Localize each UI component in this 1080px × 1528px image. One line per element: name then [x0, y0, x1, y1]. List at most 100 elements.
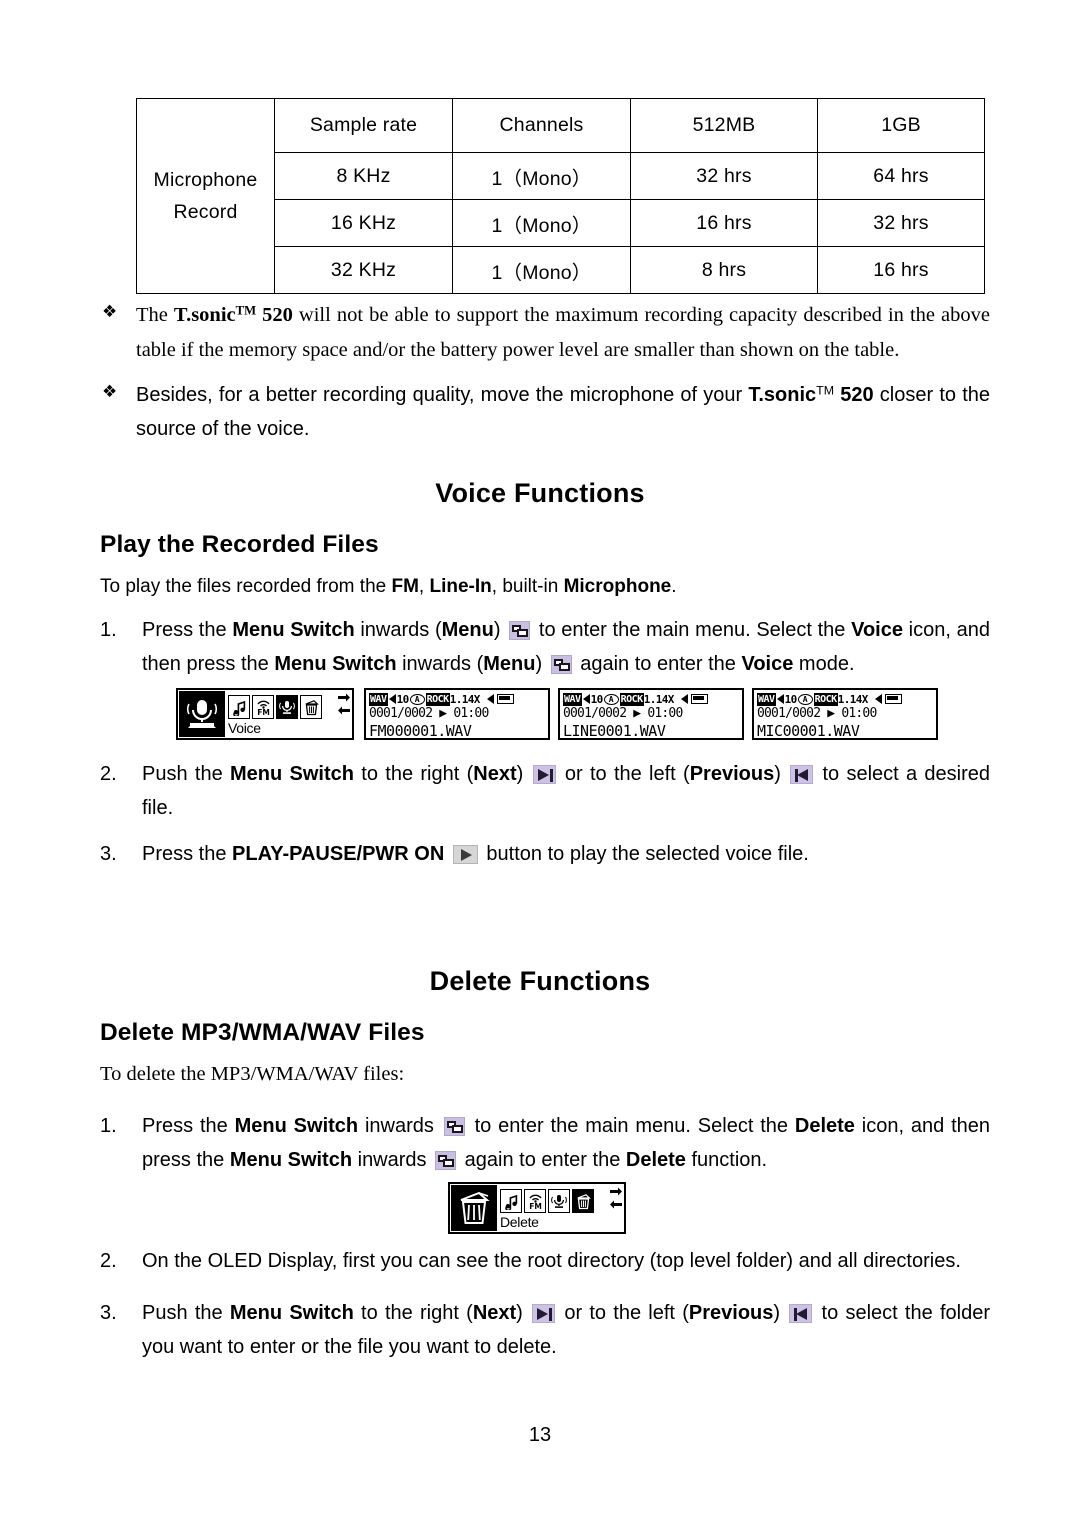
note-bullet-1: ❖ The T.sonicTM 520 will not be able to … — [100, 298, 990, 369]
cell-channels: 1（Mono） — [452, 199, 631, 247]
music-note-icon[interactable] — [228, 695, 250, 719]
voice-step-2-number: 2. — [100, 763, 117, 785]
delete-step-1-number: 1. — [100, 1115, 117, 1137]
delete-step-3-text: Push the Menu Switch to the right (Next)… — [142, 1297, 990, 1364]
next-icon — [532, 765, 556, 784]
voice-intro-fm: FM — [391, 576, 419, 597]
d3-b3: Previous — [688, 1302, 774, 1324]
d1-p1: Press the — [142, 1115, 235, 1137]
b2-pre: Besides, for a better recording quality,… — [136, 384, 749, 406]
menu-icon — [443, 1117, 465, 1136]
d1-p7: function. — [685, 1148, 768, 1171]
play-recorded-files-subheading: Play the Recorded Files — [100, 531, 379, 558]
delete-step-3: 3. Push the Menu Switch to the right (Ne… — [100, 1297, 990, 1364]
voice-step-1: 1. Press the Menu Switch inwards (Menu) … — [100, 614, 990, 681]
menu-scroll-arrows[interactable] — [609, 1187, 623, 1212]
s2-p3: ) — [516, 763, 531, 785]
s2-p5: ) — [774, 763, 789, 785]
fm-radio-icon[interactable]: FM — [524, 1189, 546, 1213]
spec-table: Microphone Record Sample rate Channels 5… — [136, 98, 985, 294]
arrow-right-icon — [610, 1187, 622, 1196]
play-state-icon: ▶ — [827, 706, 835, 721]
s1-b3: Voice — [851, 619, 903, 641]
voice-step-3: 3. Press the PLAY-PAUSE/PWR ON button to… — [100, 838, 990, 872]
s2-b3: Previous — [689, 763, 775, 785]
voice-functions-heading: Voice Functions — [435, 478, 645, 508]
row-header-line1: Microphone — [153, 168, 258, 191]
microphone-icon[interactable] — [276, 695, 298, 719]
s1-p4: to enter the main menu. Select the — [533, 619, 852, 641]
voice-step-3-number: 3. — [100, 843, 117, 865]
speed-value: 1.14X — [449, 692, 481, 706]
d3-p2: to the right ( — [353, 1302, 473, 1324]
s1-b1: Menu Switch — [232, 619, 355, 641]
battery-icon — [496, 694, 514, 704]
volume-icon — [388, 694, 396, 704]
elapsed-time: 01:00 — [647, 706, 683, 721]
b1-bold2: 520 — [256, 304, 293, 326]
voice-intro-line: To play the files recorded from the FM , … — [100, 576, 677, 598]
delete-step-1-text: Press the Menu Switch inwards to enter t… — [142, 1110, 990, 1177]
page-number: 13 — [528, 1424, 552, 1446]
battery-icon — [884, 694, 902, 704]
trash-icon — [451, 1185, 497, 1231]
d1-p6: again to enter the — [459, 1148, 626, 1171]
oled-file-display-fm: WAV 10 A ROCK 1.14X 0001/0002 ▶ 01:00 FM… — [364, 688, 550, 740]
delete-step-2: 2. On the OLED Display, first you can se… — [100, 1245, 990, 1279]
trash-glyph — [460, 1191, 490, 1224]
s1-p1: Press the — [142, 619, 233, 641]
trash-icon[interactable] — [300, 695, 322, 719]
cell-512mb: 32 hrs — [630, 152, 818, 200]
volume-level: 10 — [590, 692, 604, 706]
d3-p4: or to the left ( — [557, 1302, 689, 1324]
arrow-left-icon — [610, 1200, 622, 1209]
delete-intro-line: To delete the MP3/WMA/WAV files: — [100, 1063, 405, 1085]
repeat-icon: A — [409, 693, 425, 705]
oled-track-line: 0001/0002 ▶ 01:00 — [369, 706, 545, 722]
s1-b6: Voice — [741, 652, 794, 675]
oled-file-display-mic: WAV 10 A ROCK 1.14X 0001/0002 ▶ 01:00 MI… — [752, 688, 938, 740]
fm-radio-icon[interactable]: FM — [252, 695, 274, 719]
battery-arrow-icon — [486, 694, 494, 704]
cell-1gb: 16 hrs — [817, 246, 985, 294]
oled-track-line: 0001/0002 ▶ 01:00 — [757, 706, 933, 722]
oled-filename: LINE0001.WAV — [563, 722, 666, 741]
voice-intro-mid2: , built-in — [491, 576, 564, 597]
cell-sample-rate: 32 KHz — [274, 246, 453, 294]
oled-track-line: 0001/0002 ▶ 01:00 — [563, 706, 739, 722]
cell-sample-rate: 16 KHz — [274, 199, 453, 247]
b1-pre: The — [136, 304, 174, 326]
col-header-512mb: 512MB — [630, 98, 818, 153]
col-header-1gb: 1GB — [817, 98, 985, 153]
battery-arrow-icon — [874, 694, 882, 704]
play-icon — [452, 845, 478, 864]
bullet-marker-icon: ❖ — [102, 382, 118, 402]
voice-step-2: 2. Push the Menu Switch to the right (Ne… — [100, 758, 990, 825]
menu-scroll-arrows[interactable] — [337, 693, 351, 718]
voice-oled-screens: FM Voice WAV 10 A ROCK 1.14X 0001/0002 ▶… — [176, 688, 938, 740]
arrow-right-icon — [338, 693, 350, 702]
delete-step-1: 1. Press the Menu Switch inwards to ente… — [100, 1110, 990, 1177]
delete-step-3-number: 3. — [100, 1302, 117, 1324]
b2-bold1: T.sonic — [748, 384, 817, 406]
s1-b4: Menu Switch — [274, 652, 397, 675]
voice-intro-pre: To play the files recorded from the — [100, 576, 392, 597]
cell-sample-rate: 8 KHz — [274, 152, 453, 200]
s1-p7: ) — [535, 652, 548, 675]
d1-b3: Menu Switch — [229, 1148, 353, 1171]
s1-p8: again to enter the — [574, 652, 742, 675]
menu-icon — [509, 621, 531, 640]
track-counter: 0001/0002 — [757, 706, 821, 721]
trash-icon[interactable] — [572, 1189, 594, 1213]
music-note-icon[interactable] — [500, 1189, 522, 1213]
table-row-header-microphone-record: Microphone Record — [136, 98, 275, 294]
voice-step-2-text: Push the Menu Switch to the right (Next)… — [142, 758, 990, 825]
battery-arrow-icon — [680, 694, 688, 704]
voice-intro-end: . — [671, 576, 677, 597]
microphone-icon[interactable] — [548, 1189, 570, 1213]
track-counter: 0001/0002 — [563, 706, 627, 721]
volume-level: 10 — [784, 692, 798, 706]
cell-1gb: 32 hrs — [817, 199, 985, 247]
next-icon — [532, 1304, 556, 1323]
voice-intro-linein: Line-In — [429, 576, 492, 597]
